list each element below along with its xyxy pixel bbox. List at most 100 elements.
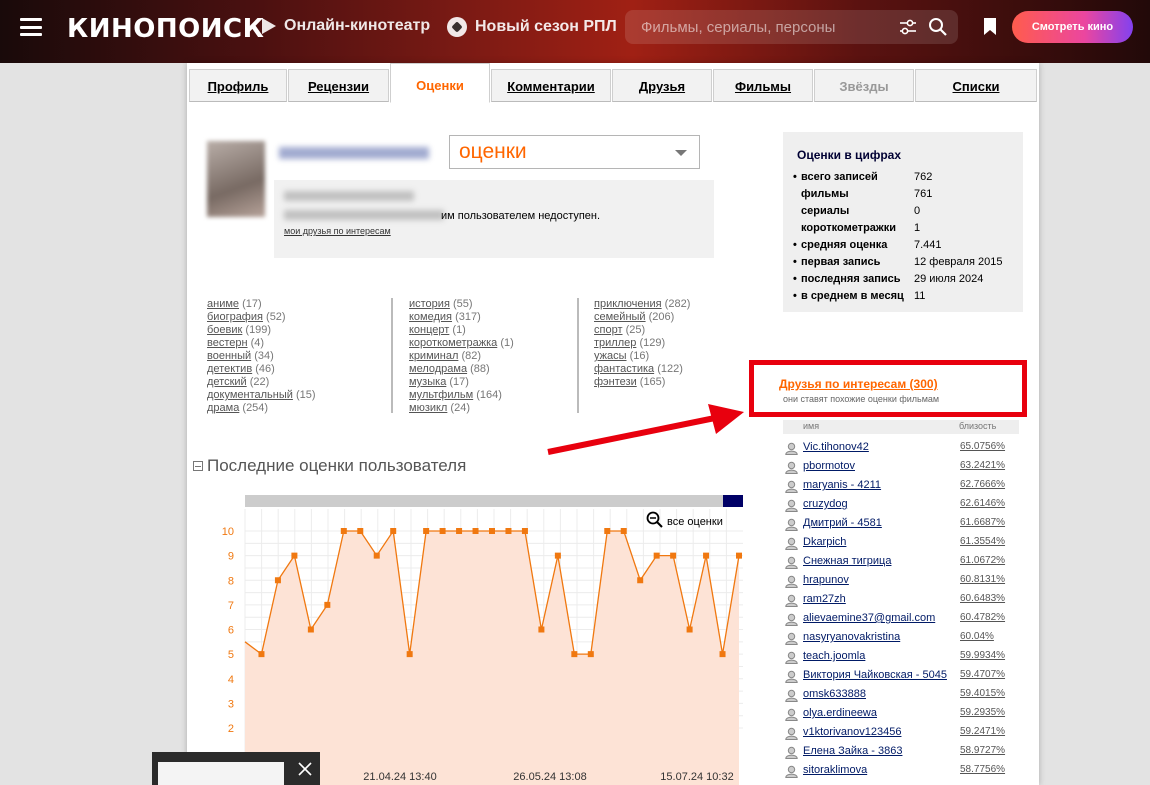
friend-name-link[interactable]: Виктория Чайковская - 5045 bbox=[803, 669, 947, 681]
genre-link[interactable]: детектив bbox=[207, 363, 252, 375]
menu-icon[interactable] bbox=[20, 18, 42, 36]
site-logo[interactable]: КИНОПОИСК bbox=[67, 14, 264, 44]
friend-closeness[interactable]: 58.9727% bbox=[960, 745, 1005, 756]
friend-name-link[interactable]: ram27zh bbox=[803, 593, 846, 605]
genre-link[interactable]: фэнтези bbox=[594, 376, 637, 388]
friend-closeness[interactable]: 61.6687% bbox=[960, 517, 1005, 528]
tab-lists[interactable]: Списки bbox=[915, 69, 1037, 102]
genre-link[interactable]: боевик bbox=[207, 324, 242, 336]
friend-closeness[interactable]: 60.4782% bbox=[960, 612, 1005, 623]
genre-link[interactable]: история bbox=[409, 298, 450, 310]
genre-link[interactable]: драма bbox=[207, 402, 239, 414]
genre-count: (129) bbox=[639, 337, 666, 349]
friend-closeness[interactable]: 60.6483% bbox=[960, 593, 1005, 604]
chart-scrollbar-handle[interactable] bbox=[723, 495, 743, 507]
friend-name-link[interactable]: Дмитрий - 4581 bbox=[803, 517, 882, 529]
friend-name-link[interactable]: sitoraklimova bbox=[803, 764, 867, 776]
genre-link[interactable]: комедия bbox=[409, 311, 452, 323]
genre-link[interactable]: музыка bbox=[409, 376, 446, 388]
tab-ratings[interactable]: Оценки bbox=[390, 63, 490, 103]
genre-link[interactable]: военный bbox=[207, 350, 251, 362]
section-select[interactable]: оценки bbox=[449, 135, 700, 169]
genre-link[interactable]: мультфильм bbox=[409, 389, 473, 401]
genre-link[interactable]: вестерн bbox=[207, 337, 248, 349]
friend-closeness[interactable]: 63.2421% bbox=[960, 460, 1005, 471]
friend-name-link[interactable]: nasyryanovakristina bbox=[803, 631, 900, 643]
genre-link[interactable]: мюзикл bbox=[409, 402, 447, 414]
friend-name-link[interactable]: Снежная тигрица bbox=[803, 555, 891, 567]
friend-name-link[interactable]: Vic.tihonov42 bbox=[803, 441, 869, 453]
friend-closeness[interactable]: 59.2935% bbox=[960, 707, 1005, 718]
tab-comments[interactable]: Комментарии bbox=[491, 69, 611, 102]
stats-table: всего записей762 фильмы 761 сериалы 0 коротко… bbox=[793, 168, 1014, 304]
tab-friends[interactable]: Друзья bbox=[612, 69, 712, 102]
friend-closeness[interactable]: 61.3554% bbox=[960, 536, 1005, 547]
search-input[interactable] bbox=[641, 18, 891, 36]
friend-name-link[interactable]: maryanis - 4211 bbox=[803, 479, 881, 491]
tab-films[interactable]: Фильмы bbox=[713, 69, 813, 102]
friend-closeness[interactable]: 59.9934% bbox=[960, 650, 1005, 661]
user-avatar[interactable] bbox=[207, 141, 265, 217]
data-point bbox=[456, 528, 463, 534]
genre-link[interactable]: биография bbox=[207, 311, 263, 323]
friend-name-link[interactable]: alievaemine37@gmail.com bbox=[803, 612, 935, 624]
search-icon[interactable] bbox=[928, 17, 948, 37]
genre-link[interactable]: концерт bbox=[409, 324, 449, 336]
friend-closeness[interactable]: 59.4015% bbox=[960, 688, 1005, 699]
friend-closeness[interactable]: 59.4707% bbox=[960, 669, 1005, 680]
friend-closeness[interactable]: 60.8131% bbox=[960, 574, 1005, 585]
tab-reviews[interactable]: Рецензии bbox=[288, 69, 389, 102]
genre-link[interactable]: приключения bbox=[594, 298, 662, 310]
friend-closeness[interactable]: 58.7756% bbox=[960, 764, 1005, 775]
genre-count: (17) bbox=[449, 376, 469, 388]
genre-link[interactable]: аниме bbox=[207, 298, 239, 310]
friend-name-link[interactable]: v1ktorivanov123456 bbox=[803, 726, 901, 738]
genre-link[interactable]: семейный bbox=[594, 311, 646, 323]
genre-link[interactable]: ужасы bbox=[594, 350, 627, 362]
genre-item: спорт (25) bbox=[594, 324, 690, 337]
friend-name-link[interactable]: omsk633888 bbox=[803, 688, 866, 700]
watch-movies-button[interactable]: Смотреть кино bbox=[1012, 11, 1133, 43]
data-point bbox=[406, 651, 413, 658]
friend-name-link[interactable]: Dkarpich bbox=[803, 536, 846, 548]
stats-title: Оценки в цифрах bbox=[797, 148, 901, 162]
friend-name-link[interactable]: pbormotov bbox=[803, 460, 855, 472]
nav-rpl-label: Новый сезон РПЛ bbox=[475, 18, 617, 35]
window-thumbnail[interactable] bbox=[152, 752, 320, 785]
collapse-icon[interactable] bbox=[193, 461, 203, 471]
genre-link[interactable]: мелодрама bbox=[409, 363, 467, 375]
genre-link[interactable]: триллер bbox=[594, 337, 636, 349]
nav-online-cinema[interactable]: Онлайн-кинотеатр bbox=[262, 17, 430, 35]
friend-name-link[interactable]: hrapunov bbox=[803, 574, 849, 586]
my-friends-by-interest-link[interactable]: мои друзья по интересам bbox=[284, 226, 391, 236]
chart-scrollbar[interactable] bbox=[245, 495, 743, 507]
tab-stars[interactable]: Звёзды bbox=[814, 69, 914, 102]
genre-link[interactable]: криминал bbox=[409, 350, 458, 362]
genre-link[interactable]: документальный bbox=[207, 389, 293, 401]
friend-name-link[interactable]: olya.erdineewa bbox=[803, 707, 877, 719]
play-icon bbox=[262, 18, 276, 34]
stats-row: последняя запись29 июля 2024 bbox=[793, 270, 1014, 287]
genre-link[interactable]: фантастика bbox=[594, 363, 654, 375]
filter-icon[interactable] bbox=[899, 19, 917, 35]
stats-key: фильмы bbox=[801, 187, 849, 200]
genre-link[interactable]: детский bbox=[207, 376, 247, 388]
friend-closeness[interactable]: 60.04% bbox=[960, 631, 994, 642]
friend-name-link[interactable]: Елена Зайка - 3863 bbox=[803, 745, 902, 757]
friend-closeness[interactable]: 59.2471% bbox=[960, 726, 1005, 737]
genre-link[interactable]: короткометражка bbox=[409, 337, 497, 349]
friend-closeness[interactable]: 65.0756% bbox=[960, 441, 1005, 452]
friend-name-link[interactable]: cruzydog bbox=[803, 498, 848, 510]
thumbnail-preview bbox=[158, 762, 284, 785]
tab-profile[interactable]: Профиль bbox=[189, 69, 287, 102]
genre-link[interactable]: спорт bbox=[594, 324, 623, 336]
nav-rpl-season[interactable]: Новый сезон РПЛ bbox=[447, 17, 617, 37]
friend-closeness[interactable]: 62.6146% bbox=[960, 498, 1005, 509]
friend-closeness[interactable]: 61.0672% bbox=[960, 555, 1005, 566]
friend-closeness[interactable]: 62.7666% bbox=[960, 479, 1005, 490]
friend-name-link[interactable]: teach.joomla bbox=[803, 650, 865, 662]
bookmark-icon[interactable] bbox=[983, 17, 997, 36]
data-point bbox=[686, 626, 693, 633]
close-icon[interactable] bbox=[298, 762, 312, 776]
friends-by-interest-link[interactable]: Друзья по интересам (300) bbox=[779, 377, 938, 391]
